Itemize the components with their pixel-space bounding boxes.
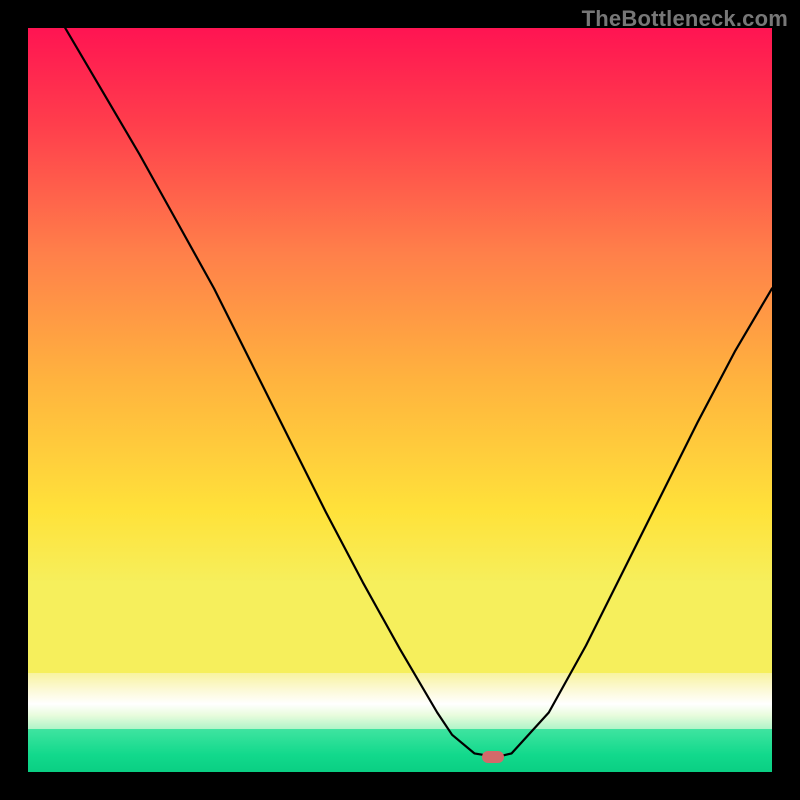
chart-frame: TheBottleneck.com (0, 0, 800, 800)
optimal-marker (482, 751, 504, 763)
pale-band (28, 673, 772, 729)
gradient-bg (28, 28, 772, 772)
green-band (28, 729, 772, 772)
plot-area (28, 28, 772, 772)
